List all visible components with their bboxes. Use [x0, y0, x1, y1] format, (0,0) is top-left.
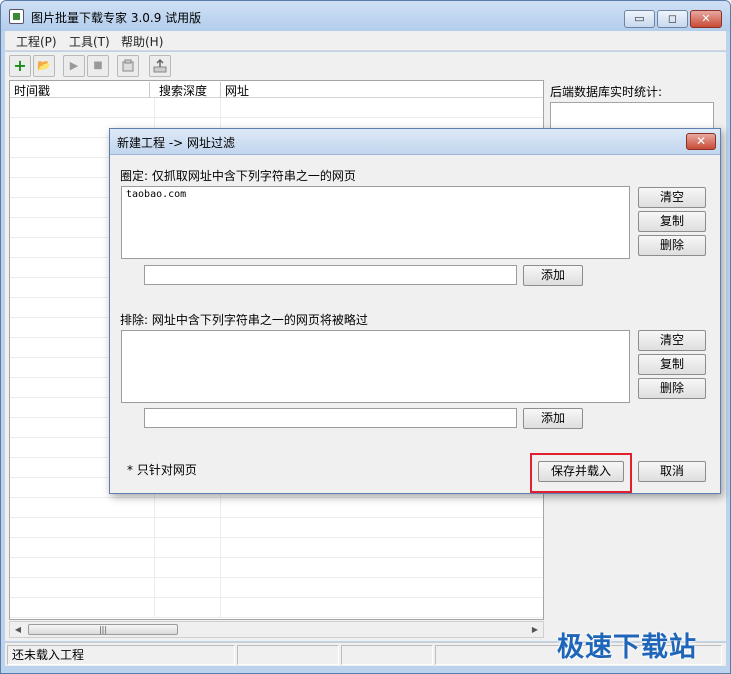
scroll-right-icon[interactable]: ▶: [527, 622, 543, 637]
app-icon: [9, 9, 24, 24]
stop-icon[interactable]: ■: [87, 55, 109, 77]
export-icon[interactable]: [149, 55, 171, 77]
status-project: 还未载入工程: [7, 645, 235, 665]
include-delete-button[interactable]: 删除: [638, 235, 706, 256]
include-list[interactable]: taobao.com: [121, 186, 630, 259]
menu-bar: 工程(P) 工具(T) 帮助(H): [5, 31, 726, 51]
exclude-label: 排除: 网址中含下列字符串之一的网页将被略过: [120, 313, 368, 327]
include-label: 圈定: 仅抓取网址中含下列字符串之一的网页: [120, 169, 356, 183]
list-item[interactable]: taobao.com: [126, 189, 186, 200]
minimize-button[interactable]: ▭: [624, 10, 655, 28]
maximize-button[interactable]: ◻: [657, 10, 688, 28]
include-add-button[interactable]: 添加: [523, 265, 583, 286]
open-folder-icon[interactable]: 📂: [33, 55, 55, 77]
include-input[interactable]: [144, 265, 517, 285]
scroll-thumb[interactable]: |||: [28, 624, 178, 635]
status-segment: [341, 645, 433, 665]
new-project-icon[interactable]: +: [9, 55, 31, 77]
exclude-add-button[interactable]: 添加: [523, 408, 583, 429]
exclude-clear-button[interactable]: 清空: [638, 330, 706, 351]
close-button[interactable]: ✕: [690, 10, 722, 28]
dialog-title: 新建工程 -> 网址过滤: [117, 136, 236, 150]
url-filter-dialog: 新建工程 -> 网址过滤 ✕ 圈定: 仅抓取网址中含下列字符串之一的网页 tao…: [109, 128, 721, 494]
run-icon[interactable]: ▶: [63, 55, 85, 77]
status-segment: [237, 645, 339, 665]
settings-icon[interactable]: [117, 55, 139, 77]
cancel-button[interactable]: 取消: [638, 461, 706, 482]
save-load-button[interactable]: 保存并载入: [538, 461, 624, 482]
menu-help[interactable]: 帮助(H): [121, 33, 163, 50]
menu-tools[interactable]: 工具(T): [69, 33, 110, 50]
exclude-list[interactable]: [121, 330, 630, 403]
menu-project[interactable]: 工程(P): [16, 33, 57, 50]
watermark-logo: 极速下载站: [557, 632, 697, 663]
exclude-copy-button[interactable]: 复制: [638, 354, 706, 375]
exclude-input[interactable]: [144, 408, 517, 428]
include-clear-button[interactable]: 清空: [638, 187, 706, 208]
window-title: 图片批量下载专家 3.0.9 试用版: [31, 11, 202, 25]
toolbar: + 📂 ▶ ■: [5, 52, 726, 80]
column-depth[interactable]: 搜索深度: [155, 82, 221, 98]
dialog-title-bar[interactable]: 新建工程 -> 网址过滤 ✕: [110, 129, 720, 155]
dialog-close-button[interactable]: ✕: [686, 133, 716, 150]
horizontal-scrollbar[interactable]: ◀ ||| ▶: [9, 621, 544, 638]
stats-label: 后端数据库实时统计:: [550, 85, 663, 99]
grid-header: 时间戳 搜索深度 网址: [10, 81, 543, 98]
title-bar[interactable]: 图片批量下载专家 3.0.9 试用版 ▭ ◻ ✕: [1, 1, 730, 31]
include-copy-button[interactable]: 复制: [638, 211, 706, 232]
column-timestamp[interactable]: 时间戳: [10, 82, 150, 98]
scroll-left-icon[interactable]: ◀: [10, 622, 26, 637]
column-url[interactable]: 网址: [221, 82, 543, 98]
exclude-delete-button[interactable]: 删除: [638, 378, 706, 399]
dialog-body: 圈定: 仅抓取网址中含下列字符串之一的网页 taobao.com 清空 复制 删…: [110, 156, 720, 493]
note-text: * 只针对网页: [127, 463, 197, 477]
